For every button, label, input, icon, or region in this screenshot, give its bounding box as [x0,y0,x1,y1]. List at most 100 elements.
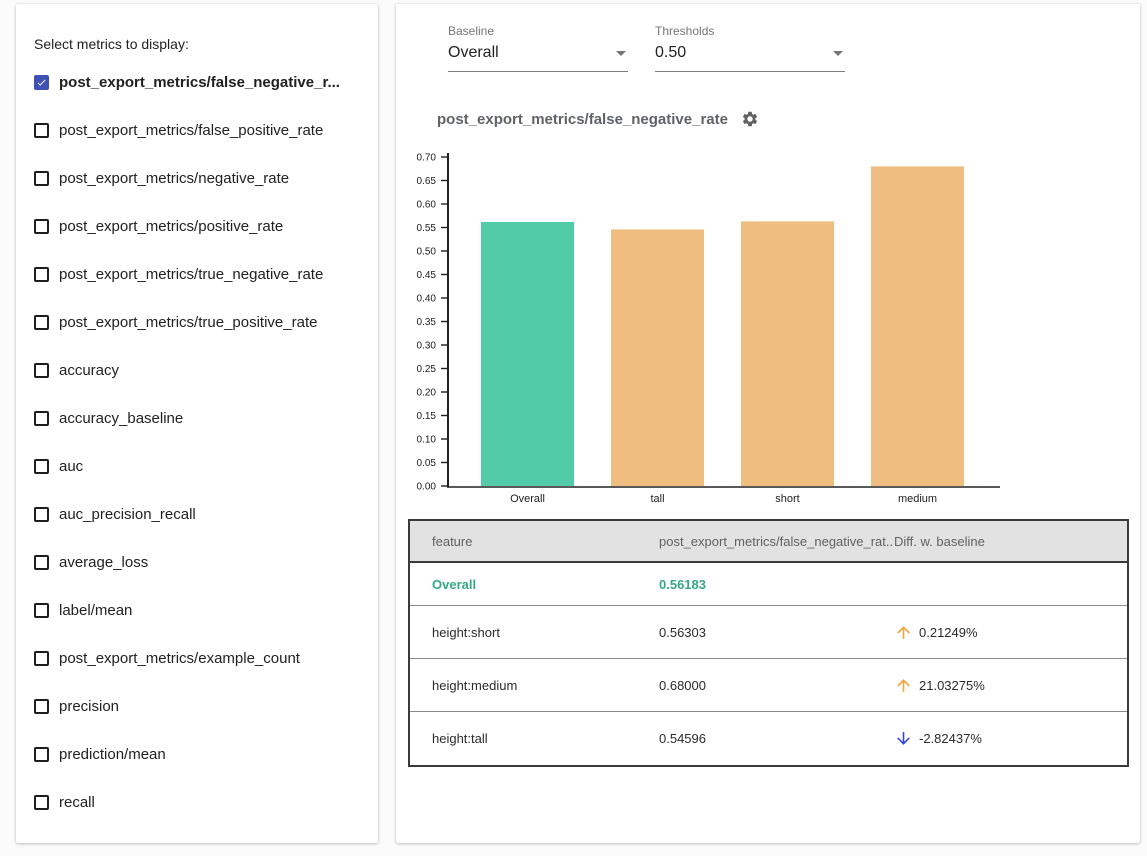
checkbox-unchecked-icon[interactable] [34,747,49,762]
arrow-down-icon [894,729,913,748]
thresholds-select[interactable]: Thresholds 0.50 [655,24,845,72]
checkbox-unchecked-icon[interactable] [34,123,49,138]
diff-cell: 0.21249% [894,623,1127,642]
checkbox-unchecked-icon[interactable] [34,603,49,618]
metric-checkbox-item[interactable]: label/mean [34,586,372,634]
table-row: height:medium0.68000 21.03275% [410,659,1127,712]
checkbox-unchecked-icon[interactable] [34,171,49,186]
checkbox-unchecked-icon[interactable] [34,795,49,810]
baseline-select[interactable]: Baseline Overall [448,24,628,72]
table-header-row: feature post_export_metrics/false_negati… [410,521,1127,563]
chevron-down-icon[interactable] [833,51,843,56]
metric-label: label/mean [59,602,132,619]
y-tick-label: 0.25 [417,364,437,375]
checkbox-unchecked-icon[interactable] [34,459,49,474]
checkbox-unchecked-icon[interactable] [34,315,49,330]
y-tick-label: 0.70 [417,153,437,164]
checkbox-unchecked-icon[interactable] [34,363,49,378]
metric-label: post_export_metrics/true_positive_rate [59,314,317,331]
bar-overall[interactable] [481,222,574,486]
metric-checkbox-item[interactable]: auc_precision_recall [34,490,372,538]
y-tick-label: 0.55 [417,223,437,234]
thresholds-select-value[interactable]: 0.50 [655,44,686,61]
metric-checkbox-item[interactable]: post_export_metrics/negative_rate [34,154,372,202]
checkbox-unchecked-icon[interactable] [34,699,49,714]
metric-label: precision [59,698,119,715]
checkbox-unchecked-icon[interactable] [34,651,49,666]
diff-value: 0.21249% [919,625,978,640]
metric-label: post_export_metrics/true_negative_rate [59,266,323,283]
y-tick-label: 0.10 [417,435,437,446]
metric-label: average_loss [59,554,148,571]
metric-checkbox-item[interactable]: accuracy_baseline [34,394,372,442]
thresholds-select-label: Thresholds [655,24,845,38]
metric-checkbox-item[interactable]: post_export_metrics/example_count [34,634,372,682]
metric-label: post_export_metrics/negative_rate [59,170,289,187]
feature-cell: height:medium [432,678,659,693]
diff-value: 21.03275% [919,678,985,693]
diff-cell: 21.03275% [894,676,1127,695]
x-tick-label: medium [898,493,937,505]
table-row: Overall0.56183 [410,563,1127,606]
chevron-down-icon[interactable] [616,51,626,56]
y-tick-label: 0.00 [417,482,437,493]
bar-short[interactable] [741,221,834,486]
y-tick-label: 0.30 [417,341,437,352]
metric-label: accuracy_baseline [59,410,183,427]
baseline-select-value[interactable]: Overall [448,44,499,61]
column-header-metric: post_export_metrics/false_negative_rat..… [659,534,894,549]
diff-cell: -2.82437% [894,729,1127,748]
y-tick-label: 0.45 [417,270,437,281]
metric-label: auc_precision_recall [59,506,196,523]
metric-label: post_export_metrics/example_count [59,650,300,667]
metric-checkbox-item[interactable]: post_export_metrics/true_negative_rate [34,250,372,298]
feature-cell: Overall [432,577,659,592]
x-tick-label: short [775,493,799,505]
metric-value-cell: 0.68000 [659,678,894,693]
metric-checkbox-item[interactable]: prediction/mean [34,730,372,778]
x-tick-label: tall [650,493,664,505]
checkbox-unchecked-icon[interactable] [34,507,49,522]
y-tick-label: 0.40 [417,294,437,305]
y-tick-label: 0.05 [417,458,437,469]
table-row: height:tall0.54596-2.82437% [410,712,1127,765]
metric-checkbox-item[interactable]: post_export_metrics/false_negative_r... [34,58,372,106]
feature-cell: height:short [432,625,659,640]
metric-value-cell: 0.56303 [659,625,894,640]
metric-label: recall [59,794,95,811]
arrow-up-icon [894,623,913,642]
metric-label: accuracy [59,362,119,379]
metric-picker-panel: Select metrics to display: post_export_m… [16,4,378,843]
metric-checkbox-item[interactable]: auc [34,442,372,490]
bar-medium[interactable] [871,166,964,486]
checkbox-unchecked-icon[interactable] [34,267,49,282]
checkbox-unchecked-icon[interactable] [34,555,49,570]
metric-checkbox-item[interactable]: accuracy [34,346,372,394]
bar-chart: 0.00 0.05 0.10 0.15 0.20 0.25 0.30 0.35 0.40 0.45… [404,150,1016,516]
metric-value-cell: 0.56183 [659,577,894,592]
chart-title: post_export_metrics/false_negative_rate [437,111,728,128]
checkbox-checked-icon[interactable] [34,75,49,90]
metric-label: post_export_metrics/false_negative_r... [59,74,340,91]
metric-checkbox-item[interactable]: post_export_metrics/false_positive_rate [34,106,372,154]
metric-checkbox-item[interactable]: recall [34,778,372,826]
metric-label: post_export_metrics/false_positive_rate [59,122,323,139]
metric-label: post_export_metrics/positive_rate [59,218,283,235]
checkbox-unchecked-icon[interactable] [34,219,49,234]
y-tick-label: 0.65 [417,176,437,187]
metric-checkbox-item[interactable]: precision [34,682,372,730]
y-tick-label: 0.35 [417,317,437,328]
metric-checkbox-item[interactable]: post_export_metrics/positive_rate [34,202,372,250]
checkbox-unchecked-icon[interactable] [34,411,49,426]
metric-label: prediction/mean [59,746,166,763]
y-tick-label: 0.15 [417,411,437,422]
column-header-feature: feature [432,534,659,549]
table-row: height:short0.56303 0.21249% [410,606,1127,659]
y-tick-label: 0.20 [417,388,437,399]
metric-checkbox-item[interactable]: average_loss [34,538,372,586]
diff-value: -2.82437% [919,731,982,746]
y-tick-label: 0.50 [417,247,437,258]
gear-icon[interactable] [741,110,759,128]
metric-checkbox-item[interactable]: post_export_metrics/true_positive_rate [34,298,372,346]
bar-tall[interactable] [611,229,704,486]
